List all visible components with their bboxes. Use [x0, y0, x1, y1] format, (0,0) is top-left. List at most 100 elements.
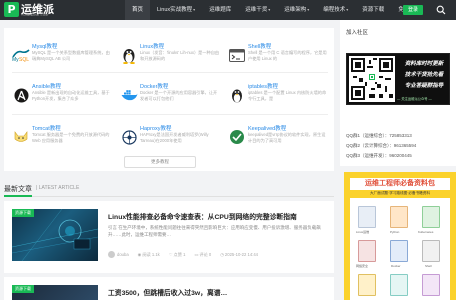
tutorial-card-docker[interactable]: Docker教程 Docker 是一个开源的应用容器引擎，让开发者可以打包他们 — [120, 74, 220, 110]
avatar — [108, 251, 115, 258]
community-card: 加入社区 资料库时时更新 技术干货抢先看 专业答疑群指导 — 关注运维派公众号 … — [340, 20, 456, 166]
qq-group: QQ群3（运维开发）：960200445 — [346, 153, 412, 158]
book-icon — [422, 274, 440, 296]
qq-group: QQ群1（运维综合）：725853313 — [346, 133, 412, 138]
article-tag: 资源下载 — [12, 209, 34, 217]
tutorial-card-shell[interactable]: Shell教程 Shell 是一个用 C 语言编写的程序，它是用户使用 Linu… — [228, 34, 328, 70]
haproxy-icon — [120, 128, 138, 146]
logo-mark: P — [4, 2, 19, 17]
book-caption: Linux运维 — [356, 230, 370, 234]
tutorial-desc: keepalived是vrrp协议的软件实现，原生设计目的为了高可用 — [248, 132, 326, 143]
article-title[interactable]: Linux性能排查必备命令速查表：从CPU到网络的完整诊断指南 — [108, 211, 297, 221]
tutorial-title: Tomcat教程 — [32, 126, 61, 132]
ad-books-panel: Linux运维 Python Kubernetes 网络安全 Docker Sh… — [350, 198, 450, 300]
qq-group: QQ群2（云计算综合）：961365594 — [346, 143, 417, 148]
article-item: 资源下载 工资3500，但跳槽后收入过3w，离谱… — [4, 277, 334, 300]
tutorial-card-iptables[interactable]: iptables教程 iptables 是一个配置 Linux 内核防火墙的命令… — [228, 74, 328, 110]
tutorial-desc: Docker 是一个开源的应用容器引擎，让开发者可以打包他们 — [140, 90, 218, 101]
nav-item-downloads[interactable]: 资源下载 — [355, 0, 391, 20]
article-tag: 资源下载 — [12, 285, 34, 293]
community-title: 加入社区 — [346, 30, 369, 36]
more-tutorials-button[interactable]: 更多教程 — [124, 156, 196, 168]
grid-divider — [12, 114, 328, 115]
book-caption: Shell — [425, 264, 432, 268]
tutorial-card-mysql[interactable]: My SQL Mysql教程 MySQL 是一个关系型数据库管理系统，由瑞典MyS… — [12, 34, 112, 70]
search-icon[interactable] — [436, 5, 446, 15]
tutorial-grid-card: My SQL Mysql教程 MySQL 是一个关系型数据库管理系统，由瑞典MyS… — [4, 28, 334, 171]
article-excerpt: 引言 在生产环境中，系统性能问题往往来得突然且影响巨大：应用响应变慢、用户投诉激… — [108, 225, 321, 237]
article-thumbnail[interactable]: 资源下载 — [12, 285, 98, 300]
book-caption: Python — [390, 230, 400, 234]
chevron-down-icon: ▾ — [268, 7, 271, 12]
book-icon — [422, 240, 440, 262]
nav-item-ops-articles[interactable]: 运维干货▾ — [238, 0, 277, 20]
book-icon — [358, 240, 376, 262]
article-views: ◉ 阅读 1.1k — [137, 251, 160, 258]
tutorial-card-ansible[interactable]: Ansible教程 Ansible 是新出现的自动化运维工具，基于Python开… — [12, 74, 112, 110]
top-navbar: P 运维派 YUNWEIPAI.COM 首页 Linux实战教程▾ 运维题库 运… — [0, 0, 456, 20]
iptables-icon — [228, 86, 246, 104]
site-logo[interactable]: P 运维派 YUNWEIPAI.COM — [4, 2, 54, 18]
tutorial-desc: Shell 是一个用 C 语言编写的程序，它是用户使用 Linux 的 — [248, 50, 327, 61]
tutorial-card-tomcat[interactable]: Tomcat教程 Tomcat 服务器是一个免费的开放源代码的Web 应用服务器 — [12, 116, 112, 152]
book-icon — [390, 206, 408, 228]
section-title: 最新文章 — [4, 186, 32, 193]
logo-subtext: YUNWEIPAI.COM — [21, 13, 49, 17]
tutorial-card-keepalived[interactable]: Keepalived教程 keepalived是vrrp协议的软件实现，原生设计… — [228, 116, 328, 152]
main-nav: 首页 Linux实战教程▾ 运维题库 运维干货▾ 运维架构▾ 编程技术▾ 资源下… — [125, 0, 427, 20]
login-button[interactable]: 登录 — [403, 5, 423, 15]
tutorial-title: Linux教程 — [140, 44, 165, 50]
banner-footer: — 关注运维派公众号 — — [397, 97, 432, 101]
nav-item-ops-architecture[interactable]: 运维架构▾ — [277, 0, 316, 20]
community-banner[interactable]: 资料库时时更新 技术干货抢先看 专业答疑群指导 — 关注运维派公众号 — — [346, 53, 450, 105]
tutorial-desc: MySQL 是一个关系型数据库管理系统，由瑞典MySQL AB 公司 — [32, 50, 110, 61]
article-title[interactable]: 工资3500，但跳槽后收入过3w，离谱… — [108, 287, 227, 297]
article-author[interactable]: douba — [108, 251, 129, 258]
nav-item-home[interactable]: 首页 — [125, 0, 151, 20]
article-meta: douba ◉ 阅读 1.1k ♡ 点赞 1 ▭ 评论 0 ◷ 2025-10-… — [108, 251, 267, 258]
article-likes: ♡ 点赞 1 — [168, 251, 186, 258]
tutorial-card-haproxy[interactable]: Haproxy教程 HAProxy是法国开发者威利塔罗(Willy Tarrea… — [120, 116, 220, 152]
tutorial-title: Keepalived教程 — [248, 126, 287, 132]
tutorial-title: Ansible教程 — [32, 84, 62, 90]
banner-line: 专业答疑群指导 — [404, 83, 444, 89]
nav-item-programming[interactable]: 编程技术▾ — [316, 0, 355, 20]
book-icon — [422, 206, 440, 228]
tutorial-desc: Linux（发音：'linuks' Lih-nux）是一种自由和开放源码的 — [140, 50, 220, 61]
book-icon — [390, 240, 408, 262]
shell-icon — [228, 46, 246, 64]
section-accent — [4, 195, 32, 197]
book-icon — [358, 206, 376, 228]
article-comments: ▭ 评论 0 — [194, 251, 212, 258]
latest-articles-header: 最新文章 | LATEST ARTICLE — [4, 180, 334, 197]
book-icon — [390, 274, 408, 296]
section-subtitle: | LATEST ARTICLE — [36, 185, 80, 191]
tutorial-desc: HAProxy是法国开发者威利塔罗(Willy Tarreau)在2000年使用 — [140, 132, 209, 143]
resource-pack-ad[interactable]: 运维工程师必备资料包 大厂面试题·学习路线图·必备书籍资料 Linux运维 Py… — [344, 172, 456, 300]
tutorial-card-linux[interactable]: Linux教程 Linux（发音：'linuks' Lih-nux）是一种自由和… — [120, 34, 220, 70]
book-caption: Kubernetes — [418, 230, 434, 234]
grid-divider — [12, 72, 328, 73]
ad-subtitle: 大厂面试题·学习路线图·必备书籍资料 — [370, 191, 430, 195]
nav-item-linux-tutorial[interactable]: Linux实战教程▾ — [150, 0, 202, 20]
tutorial-title: Haproxy教程 — [140, 126, 172, 132]
tutorial-title: iptables教程 — [248, 84, 278, 90]
book-caption: Docker — [391, 264, 401, 268]
mysql-icon: My SQL — [12, 46, 30, 64]
article-item: 资源下载 Linux性能排查必备命令速查表：从CPU到网络的完整诊断指南 引言 … — [4, 201, 334, 273]
banner-line: 资料库时时更新 — [404, 61, 444, 67]
keepalived-icon — [228, 128, 246, 146]
linux-tux-icon — [120, 46, 138, 64]
article-date: ◷ 2025-10-22 14:44 — [220, 252, 258, 257]
nav-item-question-bank[interactable]: 运维题库 — [202, 0, 238, 20]
tutorial-title: Shell教程 — [248, 44, 272, 50]
ansible-icon — [12, 86, 30, 104]
chevron-down-icon: ▾ — [346, 7, 349, 12]
book-caption: 网络安全 — [356, 264, 369, 268]
tomcat-icon — [12, 128, 30, 146]
chevron-down-icon: ▾ — [307, 7, 310, 12]
article-thumbnail[interactable]: 资源下载 — [12, 209, 98, 261]
section-divider — [4, 196, 334, 197]
tutorial-title: Mysql教程 — [32, 44, 58, 50]
tutorial-desc: Ansible 是新出现的自动化运维工具，基于Python开发，集合了众多 — [32, 90, 110, 101]
